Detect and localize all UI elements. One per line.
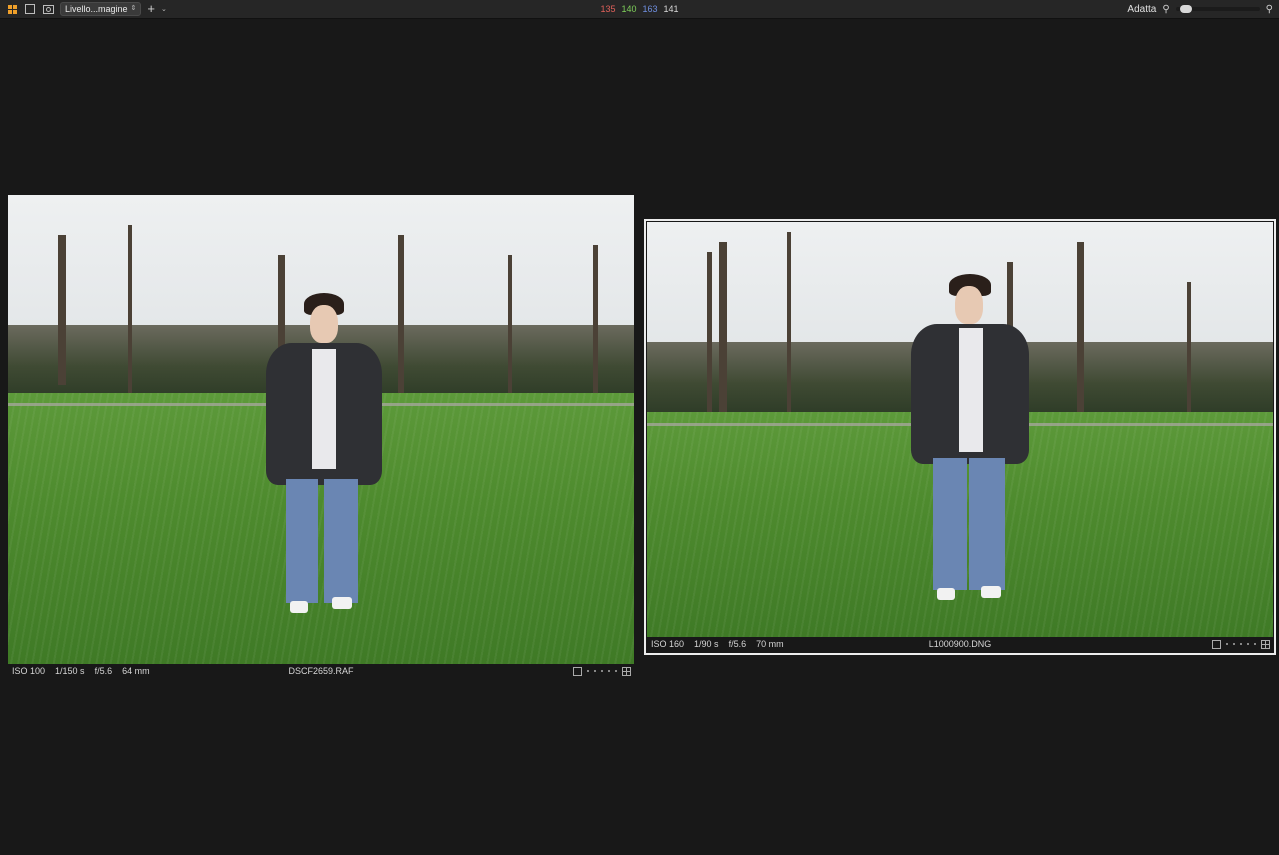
zoom-slider[interactable] [1175,5,1260,13]
blue-value: 163 [642,4,658,14]
image-pane-right[interactable]: ISO 160 1/90 s f/5.6 70 mm L1000900.DNG [644,219,1276,655]
tree-trunk [1187,282,1191,412]
add-layer-button[interactable]: + [147,2,155,15]
zoom-fit-label[interactable]: Adatta [1127,4,1156,15]
rating-tools [1212,639,1270,649]
rating-tools [573,666,631,676]
zoom-in-icon[interactable]: ⚲ [1266,4,1273,15]
rating-dot[interactable] [615,670,617,672]
photo-left[interactable] [8,195,634,664]
photo-right[interactable] [647,222,1273,637]
tree-trunk [593,245,598,395]
focal-length-value: 70 mm [756,639,784,649]
tree-trunk [398,235,404,395]
iso-value: ISO 100 [12,666,46,676]
info-bar-left: ISO 100 1/150 s f/5.6 64 mm DSCF2659.RAF [8,664,634,678]
zoom-out-icon[interactable]: ⚲ [1162,4,1169,15]
tree-trunk [1077,242,1084,412]
rating-dot[interactable] [594,670,596,672]
top-toolbar: Livello...magine ⇕ + ⌄ 135 140 163 141 A… [0,0,1279,19]
info-bar-right: ISO 160 1/90 s f/5.6 70 mm L1000900.DNG [647,637,1273,651]
rating-dot[interactable] [601,670,603,672]
iso-value: ISO 160 [651,639,685,649]
select-checkbox[interactable] [1212,639,1221,649]
rating-dot[interactable] [1226,643,1228,645]
tree-trunk [787,232,791,412]
grid-view-icon[interactable] [6,3,18,15]
layer-select-label: Livello...magine [65,4,128,14]
preview-eye-icon[interactable] [42,3,54,15]
person [911,274,1029,604]
tree-trunk [128,225,132,395]
luminance-value: 141 [663,4,679,14]
aperture-value: f/5.6 [728,639,747,649]
green-value: 140 [621,4,637,14]
tree-trunk [58,235,66,385]
red-value: 135 [600,4,616,14]
chevron-down-icon[interactable]: ⌄ [161,5,167,13]
rating-dot[interactable] [587,670,589,672]
rating-dot[interactable] [1247,643,1249,645]
tree-trunk [508,255,512,395]
layer-select[interactable]: Livello...magine ⇕ [60,2,142,16]
shutter-value: 1/150 s [55,666,85,676]
zoom-slider-knob[interactable] [1179,5,1192,13]
tree-trunk [719,242,727,412]
zoom-controls: Adatta ⚲ ⚲ [1127,0,1273,18]
rating-dot[interactable] [1240,643,1242,645]
shutter-value: 1/90 s [694,639,719,649]
toolbar-left-group: Livello...magine ⇕ + ⌄ [6,0,167,18]
focal-length-value: 64 mm [122,666,150,676]
image-pane-left[interactable]: ISO 100 1/150 s f/5.6 64 mm DSCF2659.RAF [8,195,634,679]
tree-trunk [707,252,712,412]
pixel-readout: 135 140 163 141 [0,0,1279,18]
rating-dot[interactable] [608,670,610,672]
updown-chevron-icon: ⇕ [130,5,137,12]
single-view-icon[interactable] [24,3,36,15]
grid-overlay-icon[interactable] [1261,639,1270,649]
person [266,293,384,623]
select-checkbox[interactable] [573,666,582,676]
rating-dot[interactable] [1233,643,1235,645]
grid-overlay-icon[interactable] [622,666,631,676]
aperture-value: f/5.6 [94,666,113,676]
rating-dot[interactable] [1254,643,1256,645]
